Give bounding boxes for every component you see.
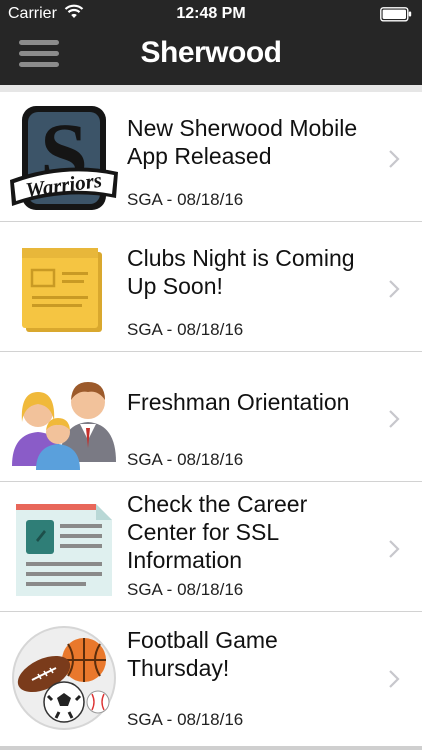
item-title: Football Game Thursday! — [127, 627, 278, 681]
news-list: S Warriors New Sherwood Mobile App Relea… — [0, 92, 422, 746]
list-item[interactable]: Freshman Orientation SGA - 08/18/16 — [0, 352, 422, 482]
navigation-bar: Sherwood — [0, 28, 422, 85]
status-bar: Carrier 12:48 PM — [0, 0, 422, 28]
battery-icon — [380, 7, 412, 27]
item-title: Clubs Night is Coming Up Soon! — [127, 245, 355, 299]
people-group-icon — [8, 362, 120, 474]
sports-balls-icon — [8, 622, 120, 734]
item-meta: SGA - 08/18/16 — [127, 450, 244, 469]
status-time: 12:48 PM — [176, 5, 246, 22]
item-title: New Sherwood Mobile App Released — [127, 115, 358, 169]
chevron-right-icon — [388, 149, 400, 174]
item-title: Check the Career Center for SSL Informat… — [127, 491, 308, 573]
item-meta: SGA - 08/18/16 — [127, 710, 244, 729]
bottom-divider — [0, 746, 422, 750]
list-item[interactable]: S Warriors New Sherwood Mobile App Relea… — [0, 92, 422, 222]
page-title: Sherwood — [140, 36, 282, 69]
item-title: Freshman Orientation — [127, 389, 350, 415]
item-meta: SGA - 08/18/16 — [127, 190, 244, 209]
chevron-right-icon — [388, 409, 400, 434]
item-meta: SGA - 08/18/16 — [127, 320, 244, 339]
list-item[interactable]: Check the Career Center for SSL Informat… — [0, 482, 422, 612]
list-item[interactable]: Football Game Thursday! SGA - 08/18/16 — [0, 612, 422, 742]
chevron-right-icon — [388, 539, 400, 564]
chevron-right-icon — [388, 279, 400, 304]
warriors-logo-icon: S Warriors — [8, 102, 120, 214]
document-icon — [8, 492, 120, 604]
notice-card-icon — [8, 232, 120, 344]
item-meta: SGA - 08/18/16 — [127, 580, 244, 599]
chevron-right-icon — [388, 669, 400, 694]
list-item[interactable]: Clubs Night is Coming Up Soon! SGA - 08/… — [0, 222, 422, 352]
